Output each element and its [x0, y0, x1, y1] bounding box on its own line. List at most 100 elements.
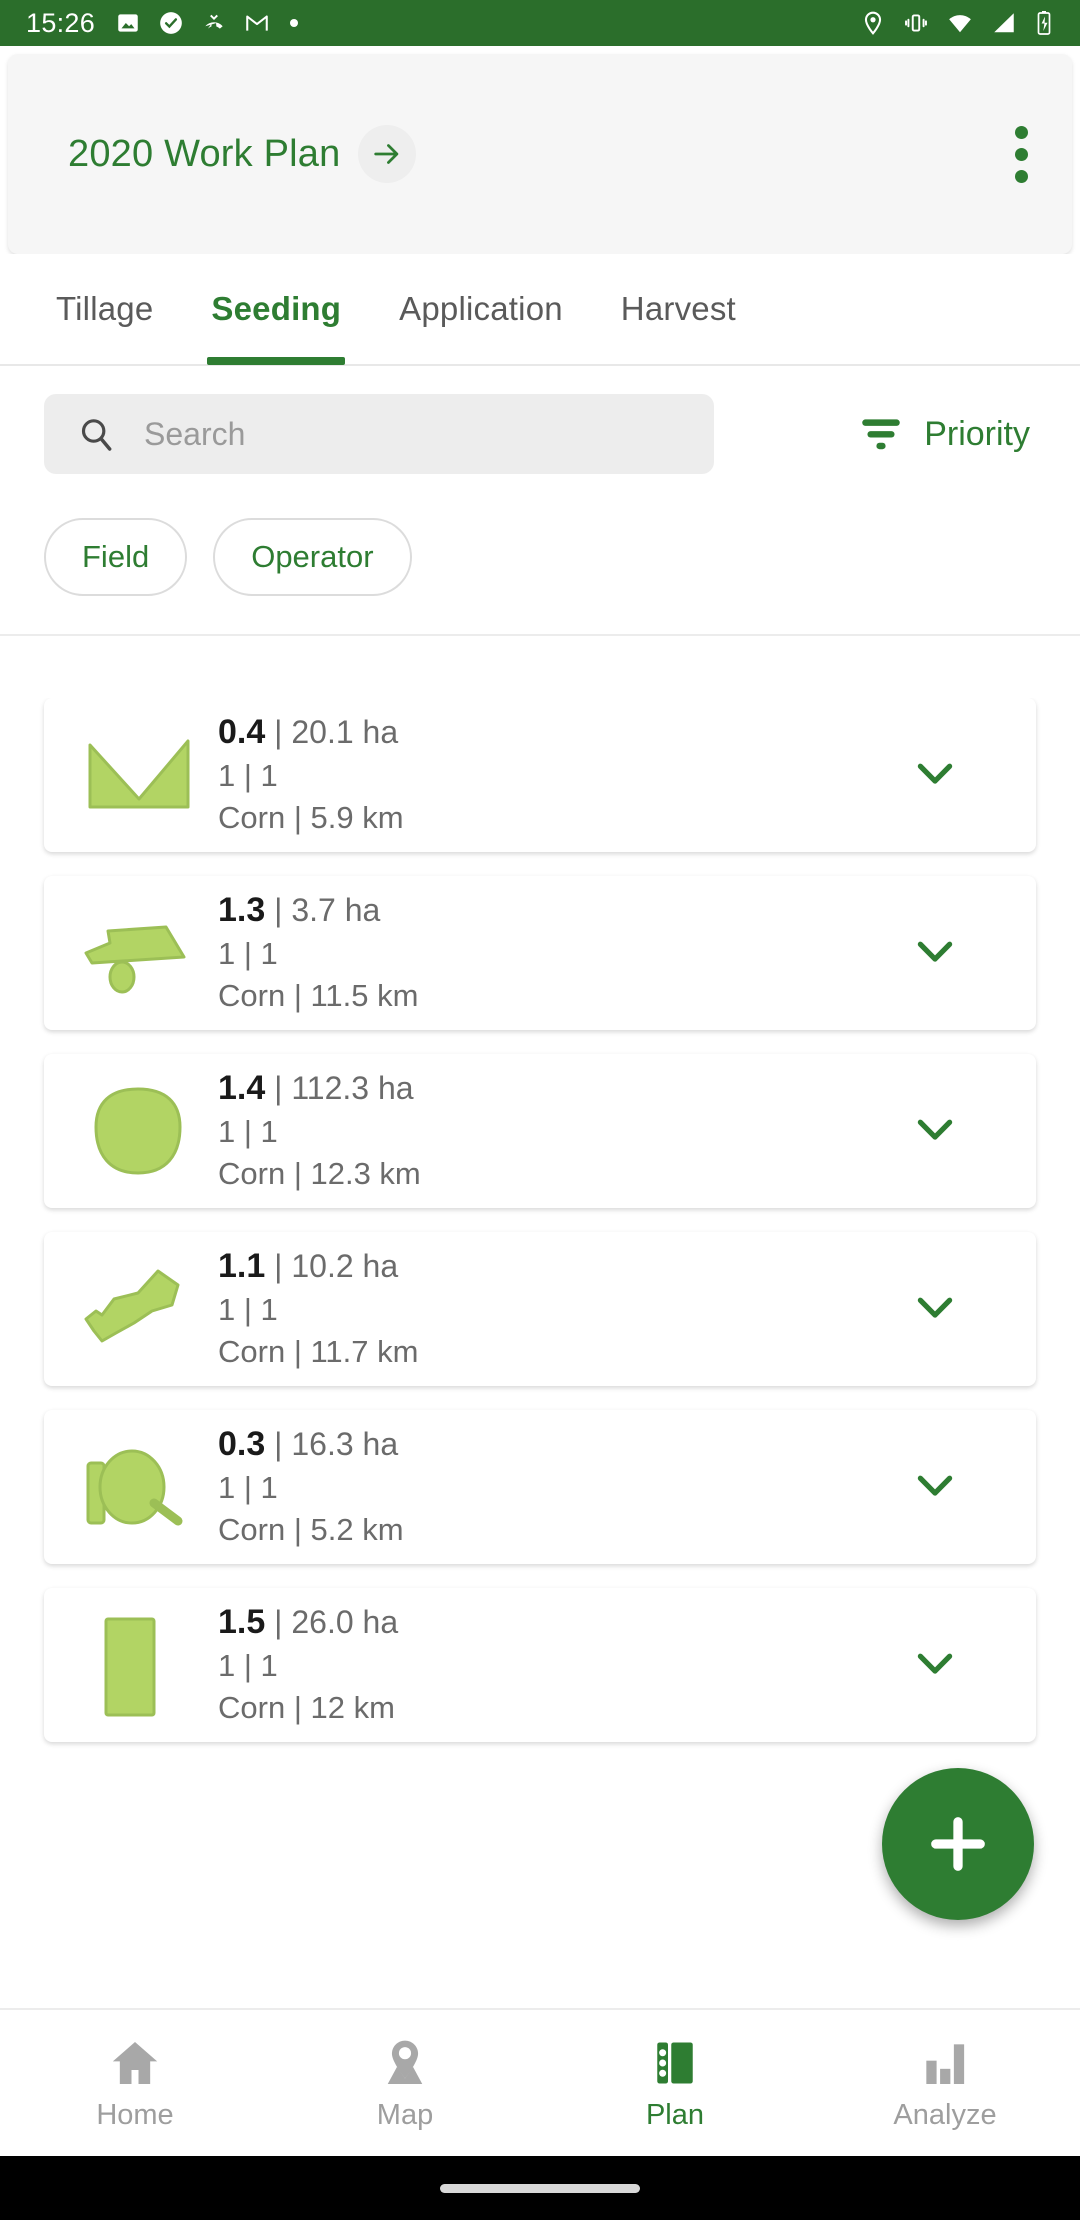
row-crop: Corn — [218, 1690, 286, 1726]
nav-label: Plan — [645, 2098, 705, 2131]
chevron-down-icon[interactable] — [892, 1086, 978, 1177]
nav-label: Analyze — [893, 2098, 997, 2131]
sort-filter-icon — [862, 419, 900, 450]
row-crop-distance: Corn | 5.2 km — [218, 1512, 404, 1548]
row-crop: Corn — [218, 800, 286, 836]
row-area: 112.3 ha — [291, 1070, 414, 1107]
row-area: 20.1 ha — [291, 714, 399, 751]
row-text: 1.3 | 3.7 ha 1 | 1 Corn | 11.5 km — [218, 889, 418, 1016]
tab-harvest[interactable]: Harvest — [621, 253, 736, 365]
chevron-down-icon[interactable] — [892, 908, 978, 999]
row-priority-area: 0.3 | 16.3 ha — [218, 1425, 399, 1464]
row-crop: Corn — [218, 1156, 286, 1192]
table-row[interactable]: 1.4 | 112.3 ha 1 | 1 Corn | 12.3 km — [44, 1054, 1036, 1208]
chevron-down-icon[interactable] — [892, 1620, 978, 1711]
row-crop-distance: Corn | 11.7 km — [218, 1334, 419, 1370]
row-priority: 0.4 — [218, 713, 266, 752]
app-screen: 15:26 2020 Work Plan Tillage Seeding App… — [0, 0, 1080, 2220]
location-icon — [864, 11, 882, 35]
nav-label: Map — [376, 2098, 434, 2131]
row-area: 26.0 ha — [291, 1604, 399, 1641]
gesture-handle[interactable] — [440, 2183, 640, 2193]
row-priority-area: 1.5 | 26.0 ha — [218, 1603, 399, 1642]
field-shape-circle-bar-icon — [74, 1427, 204, 1547]
row-text: 1.1 | 10.2 ha 1 | 1 Corn | 11.7 km — [218, 1245, 418, 1372]
row-crop: Corn — [218, 978, 286, 1014]
row-distance: 12.3 km — [310, 1156, 421, 1192]
arrow-right-icon — [374, 144, 399, 164]
chevron-down-icon[interactable] — [892, 1442, 978, 1533]
kebab-dot — [1015, 169, 1028, 183]
kebab-menu-icon[interactable] — [1005, 116, 1038, 193]
battery-charging-icon — [1037, 11, 1051, 35]
row-priority-area: 1.3 | 3.7 ha — [218, 891, 381, 930]
field-shape-round-icon — [74, 1071, 204, 1191]
tab-tillage[interactable]: Tillage — [56, 253, 153, 365]
table-row[interactable]: 1.5 | 26.0 ha 1 | 1 Corn | 12 km — [44, 1588, 1036, 1742]
row-counts: 1 | 1 — [218, 1647, 278, 1683]
wifi-icon — [949, 15, 971, 33]
table-row[interactable]: 0.3 | 16.3 ha 1 | 1 Corn | 5.2 km — [44, 1410, 1036, 1564]
row-priority-area: 1.1 | 10.2 ha — [218, 1247, 399, 1286]
search-icon — [81, 419, 112, 451]
filter-chip-operator[interactable]: Operator — [213, 518, 412, 596]
tab-label: Tillage — [56, 290, 154, 327]
kebab-dot — [1015, 147, 1028, 161]
search-placeholder: Search — [144, 415, 246, 452]
table-row[interactable]: 1.1 | 10.2 ha 1 | 1 Corn | 11.7 km — [44, 1232, 1036, 1386]
missed-call-icon — [205, 14, 223, 29]
row-priority: 1.5 — [218, 1603, 266, 1642]
nav-item-analyze[interactable]: Analyze — [810, 2009, 1080, 2157]
bottom-navigation: Home Map Plan Analyze — [0, 2008, 1080, 2156]
add-work-order-button[interactable] — [882, 1768, 1034, 1920]
row-priority: 0.3 — [218, 1425, 266, 1464]
vibrate-icon — [905, 14, 927, 32]
map-pin-icon — [387, 2040, 423, 2084]
photo-icon — [118, 14, 138, 32]
row-counts: 1 | 1 — [218, 935, 278, 971]
table-row[interactable]: 0.4 | 20.1 ha 1 | 1 Corn | 5.9 km — [44, 698, 1036, 852]
row-crop: Corn — [218, 1512, 286, 1548]
status-bar: 15:26 — [0, 0, 1080, 46]
row-area: 10.2 ha — [291, 1248, 399, 1285]
go-to-plan-button[interactable] — [358, 125, 417, 183]
plus-icon — [931, 1817, 985, 1871]
search-input[interactable]: Search — [44, 394, 714, 474]
tab-seeding[interactable]: Seeding — [207, 253, 345, 365]
status-bar-notification-icons — [115, 10, 301, 36]
home-icon — [112, 2041, 158, 2084]
row-priority: 1.4 — [218, 1069, 266, 1108]
kebab-dot — [1015, 125, 1028, 139]
chevron-down-icon[interactable] — [892, 730, 978, 821]
field-shape-irregular-icon — [74, 1249, 204, 1369]
gesture-navigation-bar — [0, 2156, 1080, 2220]
nav-item-plan[interactable]: Plan — [540, 2009, 810, 2157]
status-bar-clock: 15:26 — [26, 7, 96, 38]
row-priority: 1.3 — [218, 891, 266, 930]
row-priority-area: 1.4 | 112.3 ha — [218, 1069, 414, 1108]
bar-chart-icon — [926, 2043, 965, 2084]
row-counts: 1 | 1 — [218, 1291, 278, 1327]
search-and-sort-row: Search Priority — [0, 366, 1080, 474]
table-row[interactable]: 1.3 | 3.7 ha 1 | 1 Corn | 11.5 km — [44, 876, 1036, 1030]
tab-application[interactable]: Application — [399, 253, 563, 365]
work-plan-header-card[interactable]: 2020 Work Plan — [8, 54, 1072, 254]
tab-label: Application — [399, 290, 563, 327]
sort-priority-button[interactable]: Priority — [856, 411, 1030, 457]
chip-label: Operator — [251, 539, 374, 574]
nav-item-map[interactable]: Map — [270, 2009, 540, 2157]
row-crop-distance: Corn | 5.9 km — [218, 800, 404, 836]
chevron-down-icon[interactable] — [892, 1264, 978, 1355]
row-text: 1.5 | 26.0 ha 1 | 1 Corn | 12 km — [218, 1601, 398, 1728]
row-counts: 1 | 1 — [218, 757, 278, 793]
filter-chip-field[interactable]: Field — [44, 518, 188, 596]
nav-item-home[interactable]: Home — [0, 2009, 270, 2157]
row-area: 16.3 ha — [291, 1426, 399, 1463]
tab-label: Seeding — [211, 290, 342, 327]
row-distance: 11.5 km — [310, 978, 419, 1014]
row-distance: 12 km — [310, 1690, 395, 1726]
row-distance: 11.7 km — [310, 1334, 419, 1370]
row-crop-distance: Corn | 12.3 km — [218, 1156, 421, 1192]
nav-label: Home — [96, 2098, 174, 2131]
field-shape-chevron-icon — [74, 715, 204, 835]
